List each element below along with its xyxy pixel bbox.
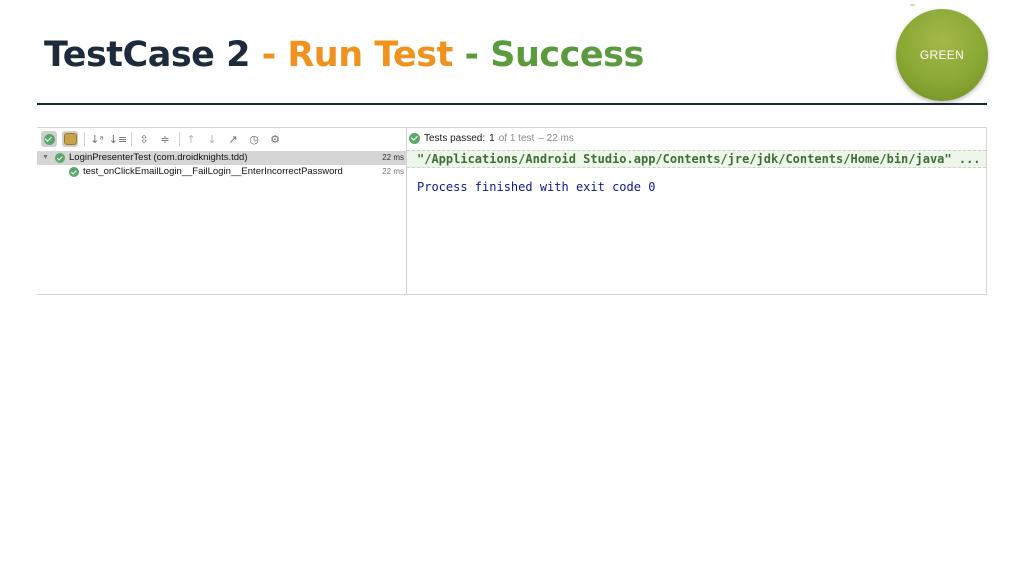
tree-row-test-class[interactable]: ▼ LoginPresenterTest (com.droidknights.t…	[37, 151, 406, 165]
toolbar-separator	[179, 132, 180, 146]
export-icon[interactable]: ↗	[225, 131, 241, 147]
show-ignored-icon[interactable]	[62, 131, 78, 147]
title-run-test: Run Test	[287, 35, 453, 75]
title-testcase: TestCase 2	[44, 35, 250, 75]
sort-alphabetically-icon[interactable]: ↓ᵃ	[89, 131, 105, 147]
tests-passed-label: Tests passed:	[424, 132, 486, 144]
tests-passed-count: 1	[489, 132, 495, 144]
toolbar-separator	[84, 132, 85, 146]
java-command-text: "/Applications/Android Studio.app/Conten…	[417, 152, 981, 166]
title-separator: -	[249, 35, 288, 75]
passed-check-icon	[55, 153, 65, 163]
panel-edge	[986, 128, 987, 294]
expand-all-icon[interactable]: ⇳	[136, 131, 152, 147]
console-output[interactable]: "/Applications/Android Studio.app/Conten…	[407, 150, 986, 293]
toolbar-separator	[131, 132, 132, 146]
expand-arrow-icon[interactable]: ▼	[42, 154, 49, 161]
badge-highlight	[910, 4, 915, 6]
title-success: Success	[490, 35, 644, 75]
title-separator-2: -	[452, 35, 491, 75]
test-method-label: test_onClickEmailLogin__FailLogin__Enter…	[83, 166, 343, 177]
command-line[interactable]: "/Applications/Android Studio.app/Conten…	[407, 150, 986, 168]
passed-check-icon	[69, 167, 79, 177]
settings-gear-icon[interactable]: ⚙	[267, 131, 283, 147]
collapse-all-icon[interactable]: ≑	[157, 131, 173, 147]
tests-total: of 1 test	[498, 132, 535, 144]
test-toolbar: ↓ᵃ ↓≡ ⇳ ≑ ↑ ↓ ↗ ◷ ⚙	[37, 128, 406, 150]
green-badge-label: GREEN	[919, 48, 965, 62]
process-finished-text: Process finished with exit code 0	[417, 180, 656, 194]
green-badge: GREEN	[896, 9, 988, 101]
test-class-label: LoginPresenterTest (com.droidknights.tdd…	[69, 152, 248, 163]
tree-row-test-method[interactable]: test_onClickEmailLogin__FailLogin__Enter…	[37, 165, 406, 179]
show-passed-check-icon[interactable]	[41, 131, 57, 147]
tests-passed-check-icon	[409, 132, 420, 144]
test-tree: ▼ LoginPresenterTest (com.droidknights.t…	[37, 151, 406, 179]
test-runner-panel: ↓ᵃ ↓≡ ⇳ ≑ ↑ ↓ ↗ ◷ ⚙ ▼ LoginPresenterTest…	[37, 127, 987, 295]
sort-by-duration-icon[interactable]: ↓≡	[109, 131, 127, 147]
test-class-time: 22 ms	[382, 153, 404, 162]
test-tree-pane: ↓ᵃ ↓≡ ⇳ ≑ ↑ ↓ ↗ ◷ ⚙ ▼ LoginPresenterTest…	[37, 128, 407, 294]
test-method-time: 22 ms	[382, 167, 404, 176]
tests-duration: – 22 ms	[538, 132, 574, 144]
history-clock-icon[interactable]: ◷	[246, 131, 262, 147]
test-status-bar: Tests passed: 1 of 1 test – 22 ms	[409, 131, 574, 145]
title-divider	[37, 103, 987, 105]
next-failed-icon[interactable]: ↓	[204, 131, 220, 147]
previous-failed-icon[interactable]: ↑	[183, 131, 199, 147]
slide-title: TestCase 2 - Run Test - Success	[44, 30, 644, 80]
